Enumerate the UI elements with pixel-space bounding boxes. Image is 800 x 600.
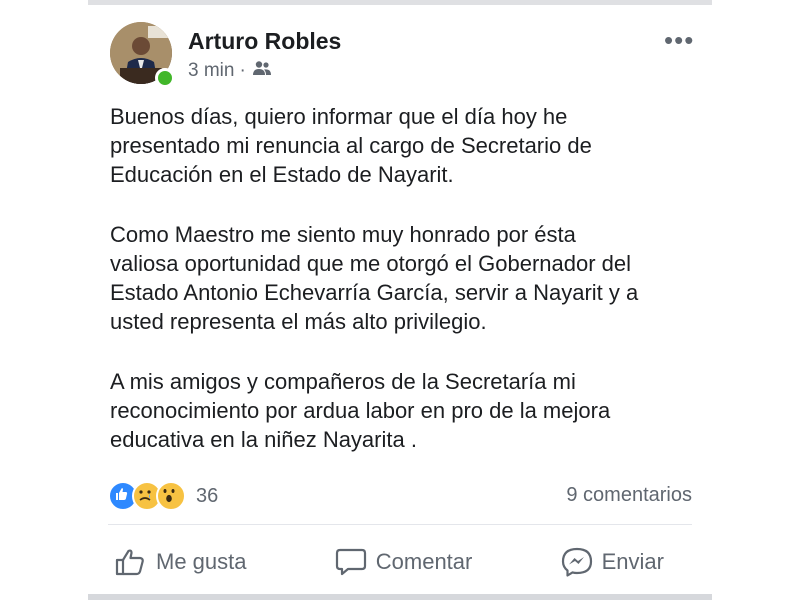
actions-divider <box>108 524 692 525</box>
post-time[interactable]: 3 min <box>188 60 234 82</box>
top-divider <box>88 0 712 5</box>
online-status-dot <box>155 68 175 88</box>
send-button-label: Enviar <box>601 549 664 574</box>
messenger-icon <box>561 547 592 577</box>
post-body: Buenos días, quiero informar que el día … <box>110 102 700 485</box>
comment-icon <box>335 548 366 576</box>
wow-reaction-icon <box>156 481 186 511</box>
comment-button-label: Comentar <box>375 549 473 574</box>
more-options-icon[interactable]: ••• <box>664 27 694 53</box>
post-paragraph: Como Maestro me siento muy honrado por é… <box>110 222 639 334</box>
post-actions-bar: Me gusta Comentar Enviar <box>108 540 692 584</box>
post-meta: 3 min · <box>188 60 272 82</box>
author-name[interactable]: Arturo Robles <box>188 28 341 55</box>
like-button[interactable]: Me gusta <box>114 547 247 577</box>
reactions-summary[interactable]: 36 <box>108 481 218 511</box>
meta-separator: · <box>239 60 246 81</box>
comment-button[interactable]: Comentar <box>334 547 473 577</box>
bottom-divider <box>88 594 712 600</box>
thumbs-up-icon <box>115 549 144 576</box>
friends-icon[interactable] <box>252 60 272 82</box>
comments-count-link[interactable]: 9 comentarios <box>566 484 692 507</box>
like-button-label: Me gusta <box>156 549 247 574</box>
send-button[interactable]: Enviar <box>560 547 664 577</box>
post-paragraph: A mis amigos y compañeros de la Secretar… <box>110 369 611 452</box>
post-paragraph: Buenos días, quiero informar que el día … <box>110 104 592 187</box>
reaction-count: 36 <box>196 484 219 507</box>
